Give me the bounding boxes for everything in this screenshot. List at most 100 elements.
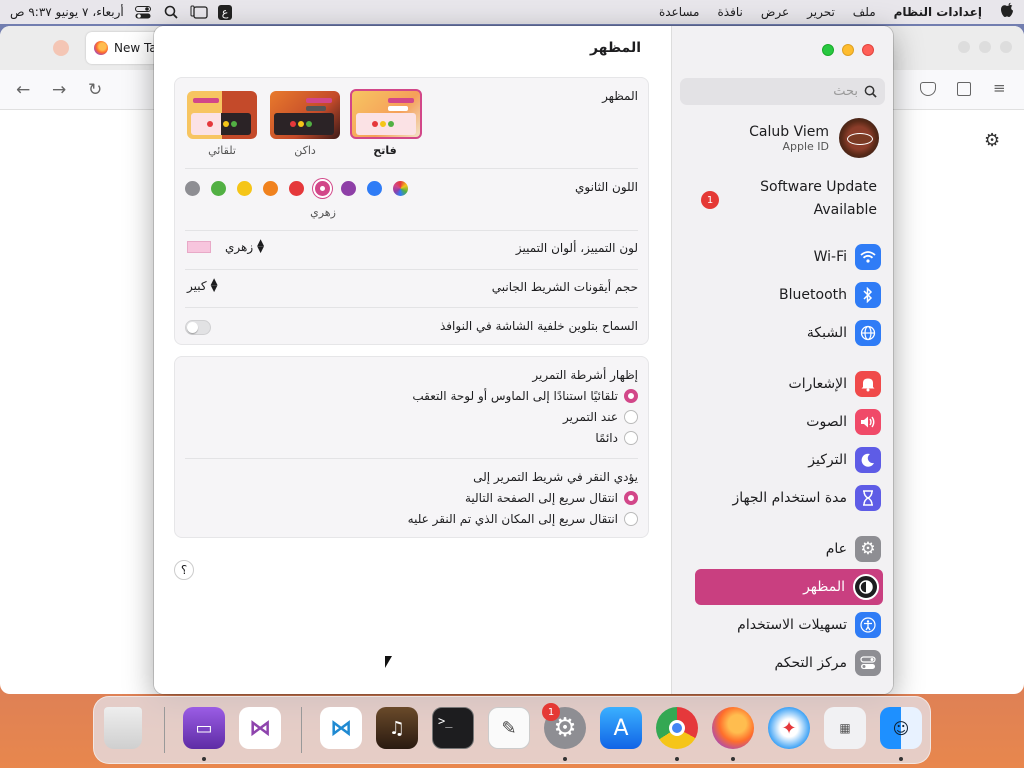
extensions-icon[interactable] [957, 82, 971, 96]
globe-icon [855, 320, 881, 346]
reload-icon[interactable]: ↻ [88, 80, 102, 100]
sidebar-item-notifications[interactable]: الإشعارات [693, 367, 881, 401]
accent-blue[interactable] [367, 181, 382, 196]
sidebar-item-focus[interactable]: التركيز [693, 443, 881, 477]
accent-green[interactable] [211, 181, 226, 196]
menu-app-name[interactable]: إعدادات النظام [894, 5, 982, 19]
sidebar-item-appearance[interactable]: المظهر [695, 569, 883, 605]
dock-finder[interactable]: ☺ [880, 707, 922, 749]
divider [185, 168, 638, 169]
menu-icon[interactable]: ≡ [993, 79, 1006, 97]
browser-tab-title: New Ta [114, 41, 157, 55]
accent-multicolor[interactable] [393, 181, 408, 196]
menu-window[interactable]: نافذة [718, 5, 743, 19]
highlight-color-select[interactable]: ▲ ▼ زهري [187, 239, 264, 255]
back-icon[interactable]: ← [16, 80, 30, 100]
sidebar-item-screen-time[interactable]: مدة استخدام الجهاز [693, 481, 881, 515]
forward-icon[interactable]: → [52, 80, 66, 100]
scrollbar-option-auto[interactable]: تلقائيًا استنادًا إلى الماوس أو لوحة الت… [412, 389, 638, 403]
profile-name: Calub Viem [749, 123, 829, 140]
mouse-cursor [385, 656, 392, 668]
appearance-auto-thumb[interactable] [187, 91, 257, 139]
control-center-icon[interactable] [134, 4, 152, 20]
settings-gear-icon[interactable]: ⚙ [984, 130, 1000, 151]
dock-garageband[interactable]: ♫ [376, 707, 418, 749]
click-option-clicked-spot[interactable]: انتقال سريع إلى المكان الذي تم النقر علي… [408, 512, 638, 526]
radio-button[interactable] [624, 389, 638, 403]
spotlight-search-icon[interactable] [162, 4, 180, 20]
sidebar-item-bluetooth[interactable]: Bluetooth [693, 278, 881, 312]
sidebar-item-accessibility[interactable]: تسهيلات الاستخدام [693, 608, 881, 642]
dock-terminal[interactable]: >_ [432, 707, 474, 749]
menu-help[interactable]: مساعدة [659, 5, 700, 19]
wallpaper-tinting-toggle[interactable] [185, 320, 211, 335]
accent-yellow[interactable] [237, 181, 252, 196]
sidebar-item-general[interactable]: عام ⚙ [693, 532, 881, 566]
dock-textedit[interactable]: ✎ [488, 707, 530, 749]
accent-graphite[interactable] [185, 181, 200, 196]
accent-color-label: اللون الثانوي [575, 180, 638, 194]
minimize-button[interactable] [958, 41, 970, 53]
sidebar-item-label: التركيز [808, 452, 847, 468]
system-settings-window: المظهر المظهر فاتح داكن تلقائي اللون الث… [154, 26, 893, 694]
scrollbar-option-always[interactable]: دائمًا [595, 431, 638, 445]
radio-button[interactable] [624, 410, 638, 424]
stage-manager-icon[interactable] [190, 4, 208, 20]
appearance-dark-thumb[interactable] [270, 91, 340, 139]
radio-button[interactable] [624, 512, 638, 526]
dock-firefox[interactable] [712, 707, 754, 749]
sidebar-item-sound[interactable]: الصوت [693, 405, 881, 439]
sidebar-icon-size-value: كبير [187, 279, 207, 293]
accent-orange[interactable] [263, 181, 278, 196]
click-option-next-page[interactable]: انتقال سريع إلى الصفحة التالية [465, 491, 638, 505]
clock[interactable]: أربعاء، ٧ يونيو ٩:٣٧ ص [10, 5, 124, 19]
accent-red[interactable] [289, 181, 304, 196]
minimize-button[interactable] [842, 44, 854, 56]
accessibility-icon [855, 612, 881, 638]
input-source-indicator[interactable]: ع [217, 4, 233, 20]
dock-visual-studio[interactable]: ⋈ [239, 707, 281, 749]
dock-vscode[interactable]: ⋈ [320, 707, 362, 749]
wallpaper-tinting-label: السماح بتلوين خلفية الشاشة في النوافذ [440, 319, 638, 333]
sidebar-item-wifi[interactable]: Wi-Fi [693, 240, 881, 274]
menu-file[interactable]: ملف [853, 5, 876, 19]
search-field[interactable]: بحث [680, 78, 885, 105]
close-button[interactable] [862, 44, 874, 56]
menu-edit[interactable]: تحرير [807, 5, 835, 19]
radio-button[interactable] [624, 431, 638, 445]
divider [185, 230, 638, 231]
dock-chrome[interactable] [656, 707, 698, 749]
scrollbar-option-scrolling[interactable]: عند التمرير [563, 410, 638, 424]
gear-icon: ⚙ [855, 536, 881, 562]
apple-icon[interactable] [1000, 2, 1014, 22]
pocket-icon[interactable] [920, 82, 936, 96]
radio-button[interactable] [624, 491, 638, 505]
software-update-item[interactable]: Software Update Available [760, 176, 877, 222]
dock-trash[interactable] [104, 707, 142, 749]
sidebar-item-control-center[interactable]: مركز التحكم [693, 646, 881, 680]
profile-subtitle: Apple ID [782, 139, 829, 153]
dock-safari[interactable]: ✦ [768, 707, 810, 749]
zoom-button[interactable] [822, 44, 834, 56]
appearance-light-thumb[interactable] [350, 89, 422, 139]
software-update-badge: 1 [701, 191, 719, 209]
help-button[interactable]: ؟ [174, 560, 194, 580]
apple-id-profile[interactable]: Calub Viem Apple ID [749, 118, 879, 158]
dock-app-store[interactable]: A [600, 707, 642, 749]
sidebar-item-label: مركز التحكم [774, 655, 847, 671]
hourglass-icon [855, 485, 881, 511]
accent-pink[interactable] [315, 181, 330, 196]
dock-launchpad[interactable]: ▦ [824, 707, 866, 749]
accent-purple[interactable] [341, 181, 356, 196]
sidebar-item-network[interactable]: الشبكة [693, 316, 881, 350]
firefox-view-icon[interactable] [53, 40, 69, 56]
sidebar-icon-size-select[interactable]: ▲ ▼ كبير [187, 278, 218, 294]
appearance-settings-group: المظهر فاتح داكن تلقائي اللون الثانوي زه… [174, 77, 649, 345]
close-button[interactable] [1000, 41, 1012, 53]
menu-view[interactable]: عرض [761, 5, 789, 19]
control-center-icon [855, 650, 881, 676]
zoom-button[interactable] [979, 41, 991, 53]
highlight-color-label: لون التمييز، ألوان التمييز [515, 241, 638, 255]
accent-selected-name: زهري [310, 206, 336, 219]
dock-apple-configurator[interactable]: ▭ [183, 707, 225, 749]
